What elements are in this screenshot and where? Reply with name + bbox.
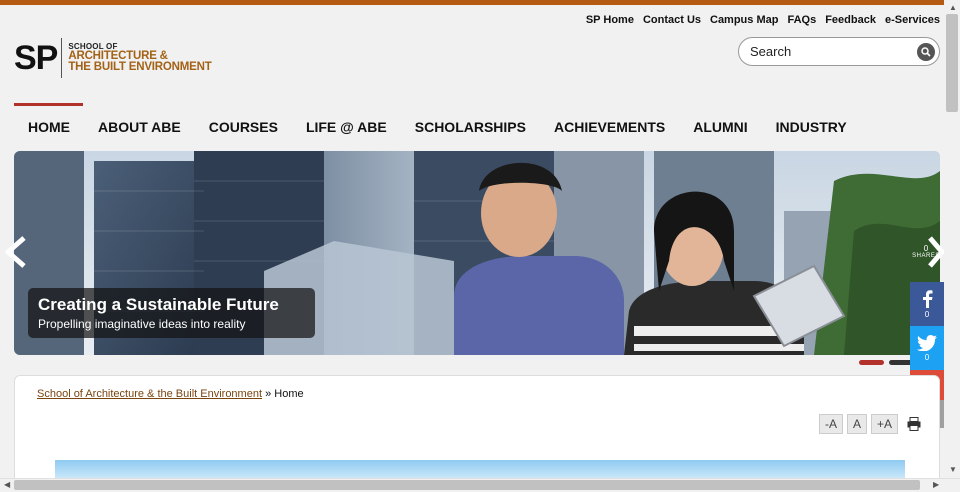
twitter-share-count: 0 bbox=[924, 352, 930, 362]
nav-courses[interactable]: COURSES bbox=[195, 119, 292, 135]
link-e-services[interactable]: e-Services bbox=[885, 14, 940, 26]
slider-prev-icon[interactable] bbox=[2, 234, 30, 275]
link-campus-map[interactable]: Campus Map bbox=[710, 14, 778, 26]
font-decrease-button[interactable]: -A bbox=[819, 414, 843, 434]
slider-dot-1[interactable] bbox=[859, 360, 884, 365]
hero-slider: Creating a Sustainable Future Propelling… bbox=[14, 151, 940, 355]
link-contact-us[interactable]: Contact Us bbox=[643, 14, 701, 26]
logo-line-built-environment: THE BUILT ENVIRONMENT bbox=[68, 61, 212, 73]
link-sp-home[interactable]: SP Home bbox=[586, 14, 634, 26]
link-faqs[interactable]: FAQs bbox=[787, 14, 816, 26]
share-total-label: SHARES bbox=[912, 253, 940, 259]
top-accent-stripe bbox=[0, 0, 960, 5]
facebook-share-count: 0 bbox=[924, 309, 930, 319]
print-icon[interactable] bbox=[907, 417, 921, 431]
scroll-left-icon[interactable]: ◀ bbox=[4, 480, 10, 489]
logo-text: SCHOOL OF ARCHITECTURE & THE BUILT ENVIR… bbox=[68, 42, 212, 74]
vertical-scroll-thumb[interactable] bbox=[946, 14, 958, 112]
breadcrumb: School of Architecture & the Built Envir… bbox=[37, 388, 304, 400]
content-panel: School of Architecture & the Built Envir… bbox=[14, 375, 940, 486]
font-increase-button[interactable]: +A bbox=[871, 414, 899, 434]
nav-active-indicator bbox=[14, 103, 83, 106]
share-total-count: 0 bbox=[923, 244, 929, 253]
share-facebook-button[interactable]: 0 bbox=[910, 282, 944, 326]
font-size-controls: -A A +A bbox=[819, 414, 899, 434]
search-input[interactable] bbox=[750, 44, 917, 59]
breadcrumb-school-link[interactable]: School of Architecture & the Built Envir… bbox=[37, 388, 262, 400]
hero-caption: Creating a Sustainable Future Propelling… bbox=[28, 288, 315, 338]
share-total: 0 SHARES bbox=[906, 244, 946, 259]
hero-title: Creating a Sustainable Future bbox=[38, 295, 279, 314]
link-feedback[interactable]: Feedback bbox=[825, 14, 876, 26]
nav-life-at-abe[interactable]: LIFE @ ABE bbox=[292, 119, 401, 135]
nav-achievements[interactable]: ACHIEVEMENTS bbox=[540, 119, 679, 135]
utility-links: SP Home Contact Us Campus Map FAQs Feedb… bbox=[586, 14, 940, 26]
school-logo[interactable]: SP SCHOOL OF ARCHITECTURE & THE BUILT EN… bbox=[14, 38, 212, 78]
main-nav: HOME ABOUT ABE COURSES LIFE @ ABE SCHOLA… bbox=[14, 119, 861, 135]
breadcrumb-current: Home bbox=[274, 388, 304, 400]
nav-industry[interactable]: INDUSTRY bbox=[762, 119, 861, 135]
scroll-down-icon[interactable]: ▼ bbox=[949, 465, 957, 474]
logo-sp-mark: SP bbox=[14, 39, 58, 77]
scroll-up-icon[interactable]: ▲ bbox=[949, 3, 957, 12]
nav-scholarships[interactable]: SCHOLARSHIPS bbox=[401, 119, 540, 135]
logo-divider bbox=[61, 38, 63, 78]
horizontal-scroll-thumb[interactable] bbox=[14, 480, 920, 490]
nav-about-abe[interactable]: ABOUT ABE bbox=[84, 119, 195, 135]
slider-pagination bbox=[859, 360, 914, 365]
font-reset-button[interactable]: A bbox=[847, 414, 868, 434]
hero-subtitle: Propelling imaginative ideas into realit… bbox=[38, 317, 246, 331]
nav-home[interactable]: HOME bbox=[14, 119, 84, 135]
breadcrumb-separator: » bbox=[265, 388, 272, 400]
share-twitter-button[interactable]: 0 bbox=[910, 326, 944, 370]
facebook-icon bbox=[923, 289, 933, 308]
search-icon[interactable] bbox=[917, 42, 935, 61]
nav-alumni[interactable]: ALUMNI bbox=[679, 119, 761, 135]
scroll-right-icon[interactable]: ▶ bbox=[933, 480, 939, 489]
twitter-icon bbox=[917, 334, 937, 351]
search-box bbox=[738, 37, 940, 66]
